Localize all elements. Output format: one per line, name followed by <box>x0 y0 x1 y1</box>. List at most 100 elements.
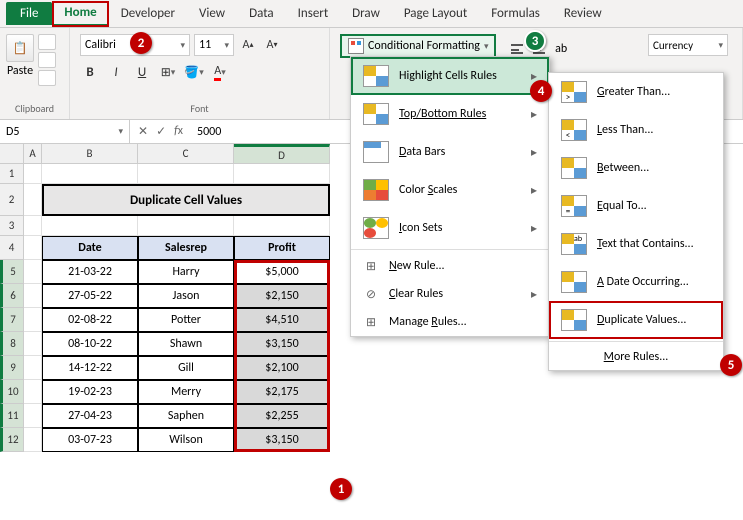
tab-insert[interactable]: Insert <box>286 2 341 25</box>
fill-color-button[interactable]: 🪣▾ <box>184 62 204 82</box>
ribbon-group-clipboard: 📋 Paste Clipboard <box>0 28 70 119</box>
name-box[interactable]: D5▾ <box>0 120 130 143</box>
cell[interactable]: 08-10-22 <box>42 332 138 356</box>
cell[interactable]: 14-12-22 <box>42 356 138 380</box>
font-size-select[interactable]: 11▾ <box>194 34 234 56</box>
cell[interactable]: 27-05-22 <box>42 284 138 308</box>
cell[interactable]: $2,175 <box>234 380 330 404</box>
tab-developer[interactable]: Developer <box>109 2 187 25</box>
tab-file[interactable]: File <box>6 2 52 25</box>
highlight-cells-icon <box>363 65 389 87</box>
cell[interactable]: Potter <box>138 308 234 332</box>
increase-font-icon[interactable]: A▴ <box>238 35 258 55</box>
tab-formulas[interactable]: Formulas <box>479 2 552 25</box>
row-header[interactable]: 1 <box>0 164 24 184</box>
tab-review[interactable]: Review <box>552 2 614 25</box>
tab-page-layout[interactable]: Page Layout <box>392 2 479 25</box>
menu-data-bars[interactable]: Data Bars▸ <box>351 133 549 171</box>
border-button[interactable]: ⊞▾ <box>158 62 178 82</box>
cell[interactable]: $2,150 <box>234 284 330 308</box>
underline-button[interactable]: U <box>132 62 152 82</box>
menu-more-rules[interactable]: More Rules... <box>549 344 723 370</box>
data-bars-icon <box>363 141 389 163</box>
cell[interactable]: Gill <box>138 356 234 380</box>
paste-button[interactable]: 📋 Paste <box>6 34 34 78</box>
tab-draw[interactable]: Draw <box>340 2 392 25</box>
wrap-text-icon[interactable]: ab <box>551 40 571 58</box>
table-header[interactable]: Date <box>42 236 138 260</box>
fx-icon[interactable]: fx <box>174 124 183 139</box>
cell[interactable]: 03-07-23 <box>42 428 138 452</box>
cell[interactable]: Jason <box>138 284 234 308</box>
cut-icon[interactable] <box>38 34 56 50</box>
menu-manage-rules[interactable]: ⊞Manage Rules... <box>351 308 549 336</box>
cell[interactable]: Wilson <box>138 428 234 452</box>
cell[interactable]: 19-02-23 <box>42 380 138 404</box>
cancel-icon[interactable]: ✕ <box>138 124 148 139</box>
row-header[interactable]: 11 <box>0 404 24 428</box>
number-format-select[interactable]: Currency▾ <box>648 34 728 56</box>
menu-date-occurring[interactable]: A Date Occurring... <box>549 263 723 301</box>
select-all-corner[interactable] <box>0 144 24 164</box>
row-header[interactable]: 12 <box>0 428 24 452</box>
col-header[interactable]: C <box>138 144 234 164</box>
row-header[interactable]: 10 <box>0 380 24 404</box>
cell[interactable]: 27-04-23 <box>42 404 138 428</box>
enter-icon[interactable]: ✓ <box>156 124 166 139</box>
menu-equal-to[interactable]: = Equal To... <box>549 187 723 225</box>
col-header[interactable]: A <box>24 144 42 164</box>
row-header[interactable]: 8 <box>0 332 24 356</box>
top-bottom-icon <box>363 103 389 125</box>
table-header[interactable]: Profit <box>234 236 330 260</box>
cell[interactable]: Shawn <box>138 332 234 356</box>
conditional-formatting-button[interactable]: Conditional Formatting ▾ <box>340 34 496 58</box>
step-badge-5: 5 <box>720 354 742 376</box>
row-header[interactable]: 9 <box>0 356 24 380</box>
cell[interactable]: $2,100 <box>234 356 330 380</box>
row-header[interactable]: 3 <box>0 216 24 236</box>
col-header[interactable]: B <box>42 144 138 164</box>
menu-new-rule[interactable]: ⊞New Rule... <box>351 252 549 280</box>
menu-less-than[interactable]: < Less Than... <box>549 111 723 149</box>
cell[interactable]: Harry <box>138 260 234 284</box>
title-cell[interactable]: Duplicate Cell Values <box>42 184 330 216</box>
step-badge-2: 2 <box>130 32 152 54</box>
row-header[interactable]: 5 <box>0 260 24 284</box>
cell[interactable]: Merry <box>138 380 234 404</box>
menu-clear-rules[interactable]: ⊘Clear Rules▸ <box>351 280 549 308</box>
menu-between[interactable]: Between... <box>549 149 723 187</box>
col-header[interactable]: D <box>234 144 330 164</box>
cell[interactable]: $4,510 <box>234 308 330 332</box>
new-rule-icon: ⊞ <box>363 258 379 274</box>
tab-data[interactable]: Data <box>237 2 286 25</box>
cell[interactable]: $5,000 <box>234 260 330 284</box>
tab-view[interactable]: View <box>187 2 237 25</box>
cell[interactable]: 02-08-22 <box>42 308 138 332</box>
cell[interactable]: Saphen <box>138 404 234 428</box>
cell[interactable]: $3,150 <box>234 428 330 452</box>
row-header[interactable]: 6 <box>0 284 24 308</box>
menu-icon-sets[interactable]: Icon Sets▸ <box>351 209 549 247</box>
row-header[interactable]: 4 <box>0 236 24 260</box>
menu-duplicate-values[interactable]: Duplicate Values... <box>549 301 723 339</box>
bold-button[interactable]: B <box>80 62 100 82</box>
row-header[interactable]: 2 <box>0 184 24 216</box>
menu-text-contains[interactable]: ab Text that Contains... <box>549 225 723 263</box>
menu-greater-than[interactable]: > Greater Than... <box>549 73 723 111</box>
copy-icon[interactable] <box>38 52 56 68</box>
cell[interactable]: $3,150 <box>234 332 330 356</box>
row-header[interactable]: 7 <box>0 308 24 332</box>
font-group-label: Font <box>76 102 323 117</box>
format-painter-icon[interactable] <box>38 70 56 86</box>
conditional-formatting-icon <box>348 38 364 54</box>
tab-home[interactable]: Home <box>52 1 108 27</box>
menu-top-bottom-rules[interactable]: Top/Bottom Rules▸ <box>351 95 549 133</box>
menu-color-scales[interactable]: Color Scales▸ <box>351 171 549 209</box>
cell[interactable]: $2,255 <box>234 404 330 428</box>
cell[interactable]: 21-03-22 <box>42 260 138 284</box>
menu-highlight-cells-rules[interactable]: Highlight Cells Rules▸ <box>351 57 549 95</box>
decrease-font-icon[interactable]: A▾ <box>262 35 282 55</box>
table-header[interactable]: Salesrep <box>138 236 234 260</box>
font-color-button[interactable]: A▾ <box>210 62 230 82</box>
italic-button[interactable]: I <box>106 62 126 82</box>
